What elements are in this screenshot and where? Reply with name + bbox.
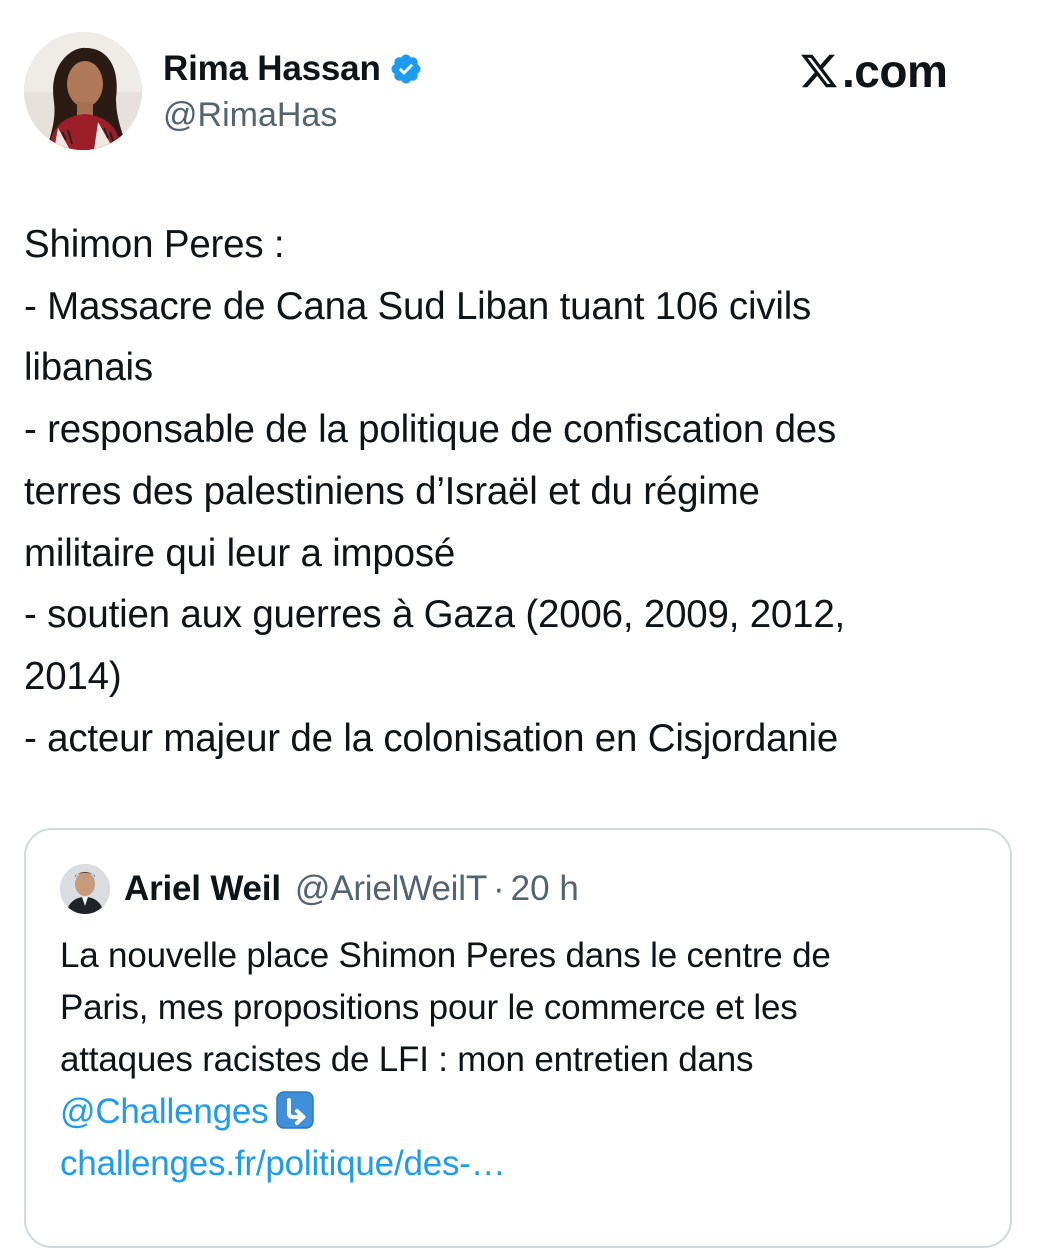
tweet-line: - Massacre de Cana Sud Liban tuant 106 c… <box>24 284 812 328</box>
quoted-author-handle[interactable]: @ArielWeilT <box>295 869 487 909</box>
author-avatar[interactable] <box>24 32 142 150</box>
external-link[interactable]: challenges.fr/politique/des-… <box>60 1138 1000 1190</box>
author-handle[interactable]: @RimaHas <box>163 95 337 135</box>
tweet-line: - acteur majeur de la colonisation en Ci… <box>24 716 839 760</box>
header-separator: · <box>493 869 505 908</box>
tweet-line: libanais <box>24 346 153 390</box>
tweet-line: - soutien aux guerres à Gaza (2006, 2009… <box>24 593 846 637</box>
quoted-tweet-header: Ariel Weil @ArielWeilT · 20 h <box>60 862 579 916</box>
tweet-text: Shimon Peres : - Massacre de Cana Sud Li… <box>24 214 1024 769</box>
mention-link[interactable]: @Challenges <box>60 1092 269 1131</box>
x-logo-icon <box>798 51 840 91</box>
quoted-tweet-line: attaques racistes de LFI : mon entretien… <box>60 1040 754 1079</box>
tweet-line: - responsable de la politique de confisc… <box>24 408 837 452</box>
quoted-author-name[interactable]: Ariel Weil <box>124 869 281 909</box>
tweet-line: militaire qui leur a imposé <box>24 531 456 575</box>
author-name[interactable]: Rima Hassan <box>163 47 381 91</box>
tweet-line: terres des palestiniens d’Israël et du r… <box>24 469 760 513</box>
site-logo-text: .com <box>842 45 948 97</box>
site-logo: .com <box>798 45 948 97</box>
quoted-author-avatar[interactable] <box>60 864 110 914</box>
quoted-tweet-line: La nouvelle place Shimon Peres dans le c… <box>60 936 831 975</box>
author-name-row[interactable]: Rima Hassan <box>163 47 423 91</box>
verified-badge-icon <box>389 52 423 86</box>
tweet-line: 2014) <box>24 654 122 698</box>
quoted-tweet-text: La nouvelle place Shimon Peres dans le c… <box>60 930 1000 1190</box>
quoted-tweet-card[interactable]: Ariel Weil @ArielWeilT · 20 h La nouvell… <box>24 828 1012 1248</box>
arrow-down-right-emoji-icon <box>276 1091 315 1129</box>
quoted-tweet-mention-line: @Challenges <box>60 1086 1000 1138</box>
tweet-line: Shimon Peres : <box>24 223 285 266</box>
quoted-tweet-line: Paris, mes propositions pour le commerce… <box>60 988 798 1027</box>
quoted-tweet-time[interactable]: 20 h <box>511 869 579 909</box>
